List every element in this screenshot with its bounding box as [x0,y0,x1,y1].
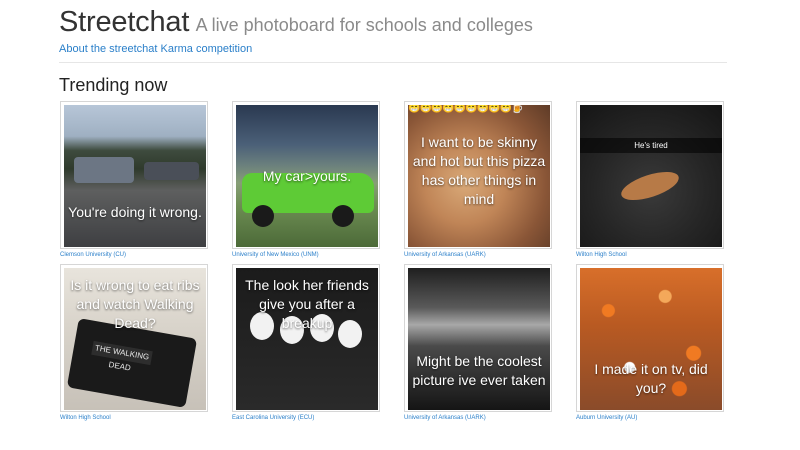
photo-card[interactable]: THE WALKING DEAD Is it wrong to eat ribs… [60,264,210,421]
photo-frame: You're doing it wrong. [60,101,208,249]
photo-card[interactable]: 😁😁😁😁😁😁😁😁😁🍺 I want to be skinny and hot b… [404,101,554,258]
photo-card[interactable]: Might be the coolest picture ive ever ta… [404,264,554,421]
photo-caption: The look her friends give you after a br… [245,277,369,331]
section-title: Trending now [59,75,168,95]
photo-card[interactable]: He's tired Wilton High School [576,101,726,258]
photo-card[interactable]: You're doing it wrong. Clemson Universit… [60,101,210,258]
school-link[interactable]: University of New Mexico (UNM) [232,252,382,258]
photo-frame: THE WALKING DEAD Is it wrong to eat ribs… [60,264,208,412]
photo-green-car[interactable]: My car>yours. [236,105,378,247]
photo-caption: You're doing it wrong. [68,204,202,220]
photo-frame: He's tired [576,101,724,249]
photo-chipmunk[interactable]: He's tired [580,105,722,247]
brand-title[interactable]: Streetchat [59,6,189,38]
photo-crowd[interactable]: I made it on tv, did you? [580,268,722,410]
photo-card[interactable]: My car>yours. University of New Mexico (… [232,101,382,258]
photo-caption: Might be the coolest picture ive ever ta… [412,353,546,388]
photo-pizza[interactable]: 😁😁😁😁😁😁😁😁😁🍺 I want to be skinny and hot b… [408,105,550,247]
school-link[interactable]: University of Arkansas (UARK) [404,252,554,258]
photo-caption: My car>yours. [262,168,352,184]
school-link[interactable]: University of Arkansas (UARK) [404,415,554,421]
school-link[interactable]: Wilton High School [576,252,726,258]
photo-frame: 😁😁😁😁😁😁😁😁😁🍺 I want to be skinny and hot b… [404,101,552,249]
photo-frame: My car>yours. [232,101,380,249]
school-link[interactable]: East Carolina University (ECU) [232,415,382,421]
tagline: A live photoboard for schools and colleg… [195,15,533,35]
photo-frame: I made it on tv, did you? [576,264,724,412]
photo-card[interactable]: The look her friends give you after a br… [232,264,382,421]
page-header: Streetchat A live photoboard for schools… [59,6,533,39]
photo-sky[interactable]: Might be the coolest picture ive ever ta… [408,268,550,410]
header-divider [59,62,727,63]
school-link[interactable]: Auburn University (AU) [576,415,726,421]
photo-frame: The look her friends give you after a br… [232,264,380,412]
photo-tablet[interactable]: THE WALKING DEAD Is it wrong to eat ribs… [64,268,206,410]
photo-skull-faces[interactable]: The look her friends give you after a br… [236,268,378,410]
page: Streetchat A live photoboard for schools… [0,0,800,450]
photo-frame: Might be the coolest picture ive ever ta… [404,264,552,412]
school-link[interactable]: Clemson University (CU) [60,252,210,258]
photo-caption: Is it wrong to eat ribs and watch Walkin… [70,277,200,331]
photo-caption: He's tired [580,138,722,153]
photo-caption: I want to be skinny and hot but this piz… [412,134,546,207]
emoji-strip: 😁😁😁😁😁😁😁😁😁🍺 [408,105,524,114]
photo-card[interactable]: I made it on tv, did you? Auburn Univers… [576,264,726,421]
about-karma-link[interactable]: About the streetchat Karma competition [59,43,252,55]
photo-parking-lot[interactable]: You're doing it wrong. [64,105,206,247]
photo-caption: I made it on tv, did you? [594,361,708,396]
school-link[interactable]: Wilton High School [60,415,210,421]
